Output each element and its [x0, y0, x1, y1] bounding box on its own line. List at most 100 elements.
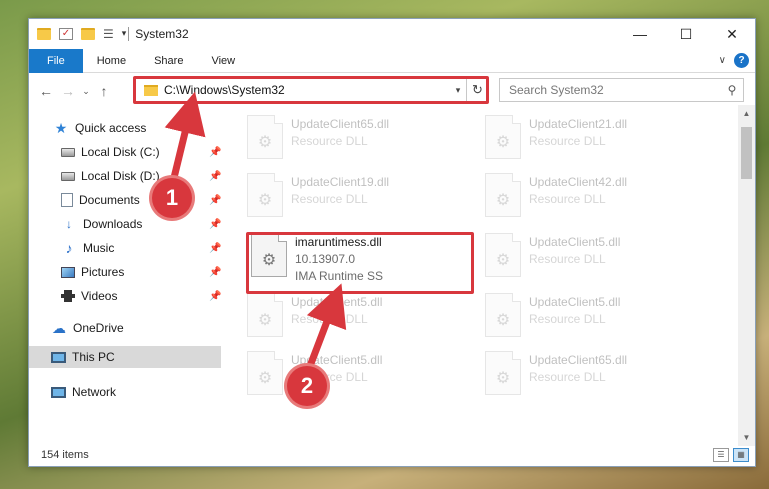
tab-share[interactable]: Share — [140, 49, 197, 73]
back-button[interactable]: ← — [35, 80, 57, 102]
view-switcher: ☰ ▦ — [713, 448, 749, 462]
list-item[interactable]: ⚙ UpdateClient5.dll Resource DLL — [485, 293, 715, 349]
sidebar-item-local-disk-d[interactable]: Local Disk (D:) 📌 — [61, 165, 221, 187]
minimize-button[interactable]: — — [617, 19, 663, 49]
file-name: UpdateClient21.dll — [529, 117, 628, 131]
file-description: Resource DLL — [529, 192, 606, 206]
minimize-icon: — — [633, 26, 647, 42]
help-icon[interactable]: ? — [734, 53, 749, 68]
dll-file-icon: ⚙ — [247, 173, 283, 217]
sidebar-item-documents[interactable]: Documents 📌 — [61, 189, 221, 211]
refresh-icon[interactable]: ↻ — [466, 79, 488, 101]
dll-file-icon: ⚙ — [485, 173, 521, 217]
list-item[interactable]: ⚙ UpdateClient42.dll Resource DLL — [485, 173, 715, 229]
callout-2: 2 — [287, 366, 327, 406]
file-name: imaruntimess.dll — [295, 235, 382, 249]
sidebar-item-videos[interactable]: Videos 📌 — [61, 285, 221, 307]
list-item[interactable]: ⚙ UpdateClient19.dll Resource DLL — [247, 173, 477, 229]
file-description: Resource DLL — [291, 134, 368, 148]
search-icon[interactable]: ⚲ — [721, 83, 743, 97]
list-item[interactable]: ⚙ UpdateClient5.dll Resource DLL — [247, 351, 477, 407]
title-separator — [128, 27, 130, 41]
address-dropdown-icon[interactable]: ▾ — [450, 85, 466, 96]
sidebar-item-pictures[interactable]: Pictures 📌 — [61, 261, 221, 283]
search-input[interactable]: Search System32 — [509, 83, 721, 97]
title-bar: ✓ ☰ ▾ System32 — ☐ ✕ — [29, 19, 755, 49]
documents-icon — [61, 193, 73, 207]
details-view-icon[interactable]: ☰ — [713, 448, 729, 462]
sidebar-item-local-disk-c[interactable]: Local Disk (C:) 📌 — [61, 141, 221, 163]
sidebar-item-downloads[interactable]: ↓ Downloads 📌 — [61, 213, 221, 235]
maximize-button[interactable]: ☐ — [663, 19, 709, 49]
close-button[interactable]: ✕ — [709, 19, 755, 49]
drive-icon — [61, 171, 75, 181]
downloads-icon: ↓ — [66, 217, 72, 231]
search-box[interactable]: Search System32 ⚲ — [499, 78, 744, 102]
sidebar-item-label: Network — [72, 385, 117, 399]
properties-check-icon[interactable]: ✓ — [59, 28, 73, 40]
file-description: Resource DLL — [291, 312, 368, 326]
window-title: System32 — [135, 27, 189, 41]
pin-icon[interactable]: 📌 — [209, 291, 221, 302]
dll-file-icon: ⚙ — [247, 115, 283, 159]
address-path[interactable]: C:\Windows\System32 — [164, 83, 450, 97]
ribbon-tabs: File Home Share View ∨ ? — [29, 48, 755, 73]
sidebar-item-network[interactable]: Network — [51, 381, 116, 403]
music-icon: ♪ — [65, 240, 73, 256]
sidebar-item-label: Quick access — [75, 121, 147, 135]
scroll-up-icon[interactable]: ▲ — [738, 105, 755, 122]
file-description: Resource DLL — [529, 370, 606, 384]
customize-caret-icon[interactable]: ▾ — [122, 28, 127, 40]
sidebar-item-label: OneDrive — [73, 321, 124, 335]
sidebar-item-label: This PC — [72, 350, 115, 364]
new-folder-icon[interactable] — [81, 28, 95, 40]
folder-icon[interactable] — [37, 28, 51, 40]
sidebar-item-onedrive[interactable]: ☁ OneDrive — [51, 317, 124, 339]
file-name: UpdateClient19.dll — [291, 175, 390, 189]
dll-file-icon: ⚙ — [485, 115, 521, 159]
status-bar: 154 items ☰ ▦ — [29, 444, 755, 466]
file-name: UpdateClient65.dll — [291, 117, 390, 131]
navigation-bar: ← → ⌄ ↑ C:\Windows\System32 ▾ ↻ Search S… — [29, 77, 755, 105]
sidebar-item-quick-access[interactable]: ★ Quick access — [53, 117, 147, 139]
recent-locations-button[interactable]: ⌄ — [79, 80, 93, 102]
pin-icon[interactable]: 📌 — [209, 171, 221, 182]
list-item[interactable]: ⚙ UpdateClient5.dll Resource DLL — [247, 293, 477, 349]
pin-icon[interactable]: 📌 — [209, 219, 221, 230]
tab-view[interactable]: View — [197, 49, 249, 73]
pin-icon[interactable]: 📌 — [209, 195, 221, 206]
dll-file-icon: ⚙ — [485, 351, 521, 395]
tab-file[interactable]: File — [29, 48, 83, 73]
file-name: UpdateClient42.dll — [529, 175, 628, 189]
list-item[interactable]: ⚙ UpdateClient65.dll Resource DLL — [247, 115, 477, 171]
dll-file-icon: ⚙ — [247, 293, 283, 337]
forward-button[interactable]: → — [57, 80, 79, 102]
vertical-scrollbar[interactable]: ▲ ▼ — [738, 105, 755, 446]
list-item[interactable]: ⚙ UpdateClient5.dll Resource DLL — [485, 233, 715, 289]
drive-icon — [61, 147, 75, 157]
sidebar-item-music[interactable]: ♪ Music 📌 — [61, 237, 222, 259]
tiles-view-icon[interactable]: ▦ — [733, 448, 749, 462]
dll-file-icon: ⚙ — [485, 293, 521, 337]
address-bar[interactable]: C:\Windows\System32 ▾ ↻ — [135, 78, 489, 102]
up-button[interactable]: ↑ — [93, 80, 115, 102]
list-item[interactable]: ⚙ UpdateClient21.dll Resource DLL — [485, 115, 715, 171]
item-count: 154 items — [41, 449, 89, 461]
window-controls: — ☐ ✕ — [617, 19, 755, 49]
maximize-icon: ☐ — [679, 25, 693, 42]
ribbon-right: ∨ ? — [719, 53, 749, 68]
file-description: Resource DLL — [291, 192, 368, 206]
pin-icon[interactable]: 📌 — [209, 267, 221, 278]
cloud-icon: ☁ — [52, 319, 66, 336]
scroll-thumb[interactable] — [741, 127, 752, 179]
properties-icon[interactable]: ☰ — [103, 28, 114, 40]
sidebar-item-this-pc[interactable]: This PC — [29, 346, 221, 368]
expand-ribbon-icon[interactable]: ∨ — [719, 55, 726, 66]
close-icon: ✕ — [726, 25, 738, 42]
tab-home[interactable]: Home — [83, 49, 140, 73]
dll-file-icon: ⚙ — [251, 233, 287, 277]
pin-icon[interactable]: 📌 — [209, 243, 221, 254]
sidebar-item-label: Downloads — [83, 217, 143, 231]
list-item[interactable]: ⚙ UpdateClient65.dll Resource DLL — [485, 351, 715, 407]
pin-icon[interactable]: 📌 — [209, 147, 221, 158]
